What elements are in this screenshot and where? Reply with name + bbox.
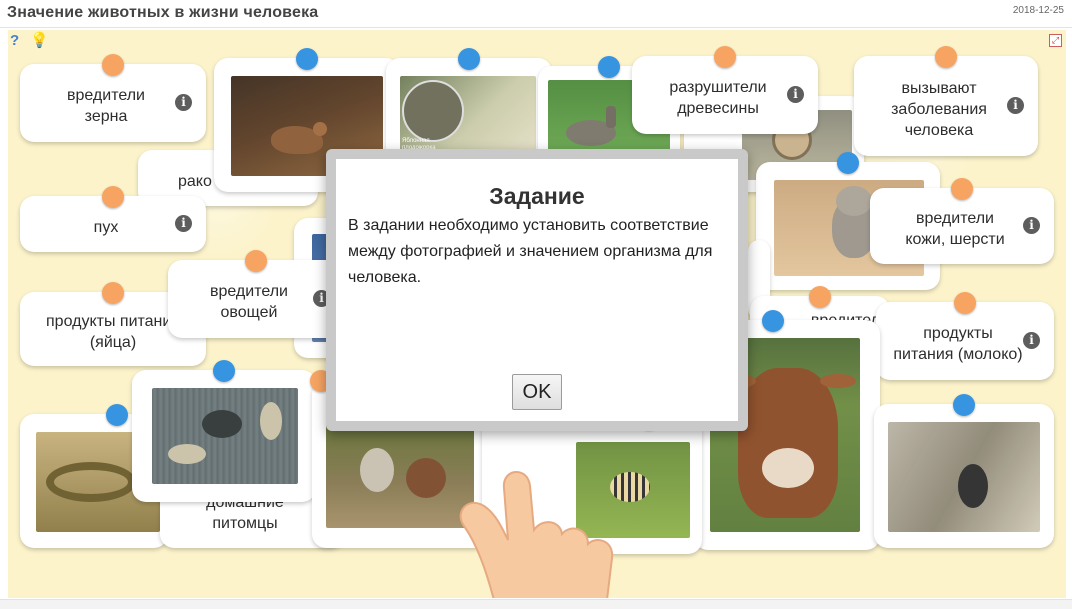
dialog-title: Задание bbox=[489, 183, 585, 209]
dialog-text: В задании необходимо установить соответс… bbox=[348, 217, 713, 286]
page-title: Значение животных в жизни человека bbox=[7, 4, 319, 21]
header-bar: Значение животных в жизни человека 2018-… bbox=[0, 0, 1072, 28]
ok-button[interactable]: OK bbox=[512, 374, 562, 410]
footer-bar bbox=[0, 599, 1072, 609]
dialog-body: Задание В задании необходимо установить … bbox=[336, 159, 738, 421]
task-dialog: Задание В задании необходимо установить … bbox=[326, 149, 748, 431]
pointing-hand-icon bbox=[459, 471, 614, 598]
task-board: ? 💡 ⤢ рако вредители зерна i пух i проду… bbox=[8, 30, 1066, 598]
date-label: 2018-12-25 bbox=[1012, 5, 1064, 16]
